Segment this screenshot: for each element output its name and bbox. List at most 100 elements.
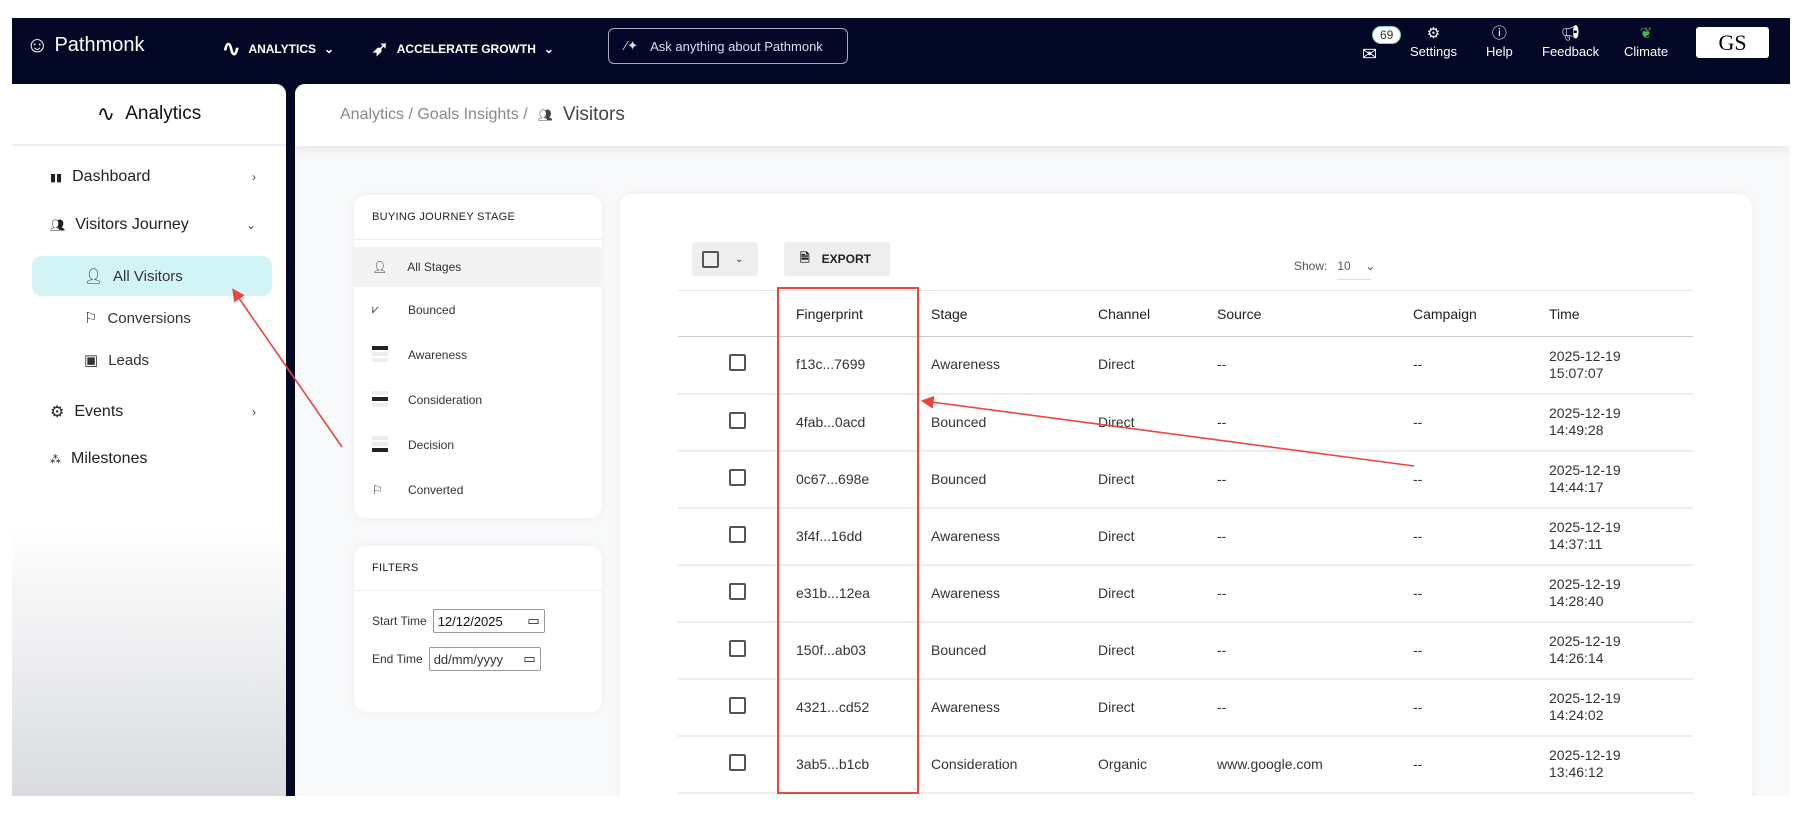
sidebar-item-conversions[interactable]: ⚐ Conversions xyxy=(32,298,272,338)
column-header-fingerprint[interactable]: Fingerprint xyxy=(778,290,931,337)
settings-button[interactable]: ⚙ Settings xyxy=(1410,25,1457,60)
end-time-input[interactable]: dd/mm/yyyy ▭ xyxy=(428,647,541,671)
row-checkbox[interactable] xyxy=(729,753,746,771)
analytics-menu[interactable]: ∿ ANALYTICS ⌄ xyxy=(222,36,334,62)
select-all-checkbox[interactable] xyxy=(702,250,719,268)
cell-time: 2025-12-19 14:24:02 xyxy=(1549,678,1693,737)
column-header-time[interactable]: Time xyxy=(1549,290,1693,337)
table-row[interactable]: 4fab...0acd Bounced Direct -- -- 2025-12-19 14… xyxy=(678,393,1693,452)
cell-time: 2025-12-19 14:28:40 xyxy=(1549,564,1693,623)
bar-chart-icon: ▮▮ xyxy=(50,171,63,184)
sidebar-item-all-visitors[interactable]: 👤︎ All Visitors xyxy=(32,256,272,296)
sidebar-item-milestones[interactable]: ⁂ Milestones xyxy=(50,450,286,468)
cell-campaign: -- xyxy=(1413,735,1549,794)
rocket-icon: ➶ xyxy=(372,38,389,60)
table-row[interactable]: f13c...7699 Awareness Direct -- -- 2025-12-19… xyxy=(678,336,1693,395)
cell-fingerprint[interactable]: 4fab...0acd xyxy=(778,393,931,452)
visitors-table: Fingerprint Stage Channel Source Campaign Tim… xyxy=(678,290,1693,794)
column-header-channel[interactable]: Channel xyxy=(1098,290,1217,337)
gear-icon: ⚙ xyxy=(50,404,65,421)
page-size-selector[interactable]: Show: 10 ⌄ xyxy=(1294,259,1375,280)
brand-logo[interactable]: ☺ Pathmonk xyxy=(26,32,145,58)
cell-stage: Awareness xyxy=(931,678,1098,737)
row-checkbox[interactable] xyxy=(729,411,746,429)
gear-icon: ⚙ xyxy=(1426,25,1441,42)
cell-channel: Direct xyxy=(1098,621,1217,680)
sidebar-item-dashboard[interactable]: ▮▮ Dashboard › xyxy=(50,168,286,186)
plant-icon: ❦ xyxy=(1639,25,1653,42)
export-button[interactable]: 🗎 EXPORT xyxy=(784,242,890,276)
flag-icon: ⚐ xyxy=(372,482,383,497)
row-checkbox[interactable] xyxy=(729,354,746,372)
filters-card: FILTERS Start Time 12/12/2025 ▭ End Time dd… xyxy=(354,546,602,712)
sidebar-item-events[interactable]: ⚙ Events › xyxy=(50,402,286,422)
row-checkbox[interactable] xyxy=(729,525,746,543)
decision-icon xyxy=(372,435,388,454)
stage-decision[interactable]: Decision xyxy=(354,422,602,467)
cell-time: 2025-12-19 14:44:17 xyxy=(1549,450,1693,509)
stage-all[interactable]: 👤︎ All Stages xyxy=(354,247,602,287)
sidebar-item-visitors-journey[interactable]: 👥︎ Visitors Journey ⌄ xyxy=(50,216,286,234)
filters-title: FILTERS xyxy=(354,546,602,591)
cell-time: 2025-12-19 14:37:11 xyxy=(1549,507,1693,566)
table-row[interactable]: 0c67...698e Bounced Direct -- -- 2025-12-19 14… xyxy=(678,450,1693,509)
cell-source: www.google.com xyxy=(1217,735,1413,794)
cell-campaign: -- xyxy=(1413,678,1549,737)
table-row[interactable]: 4321...cd52 Awareness Direct -- -- 2025-12-19… xyxy=(678,678,1693,737)
table-row[interactable]: 3f4f...16dd Awareness Direct -- -- 2025-12-19… xyxy=(678,507,1693,566)
cell-fingerprint[interactable]: e31b...12ea xyxy=(778,564,931,623)
table-row[interactable]: 3ab5...b1cb Consideration Organic www.googl… xyxy=(678,735,1693,794)
sidebar-item-leads[interactable]: ▣ Leads xyxy=(32,340,272,380)
help-button[interactable]: ⓘ Help xyxy=(1486,26,1513,60)
cell-stage: Awareness xyxy=(931,507,1098,566)
visitor-icon: 👤︎ xyxy=(372,260,388,274)
people-icon: 👥︎ xyxy=(50,218,66,232)
cell-fingerprint[interactable]: 3ab5...b1cb xyxy=(778,735,931,794)
table-row[interactable]: e31b...12ea Awareness Direct -- -- 2025-12-19… xyxy=(678,564,1693,623)
table-row[interactable]: 150f...ab03 Bounced Direct -- -- 2025-12-19 14… xyxy=(678,621,1693,680)
cell-fingerprint[interactable]: 4321...cd52 xyxy=(778,678,931,737)
stage-awareness[interactable]: Awareness xyxy=(354,332,602,377)
climate-button[interactable]: ❦ Climate xyxy=(1624,25,1668,60)
cell-source: -- xyxy=(1217,507,1413,566)
row-checkbox[interactable] xyxy=(729,582,746,600)
row-checkbox[interactable] xyxy=(729,696,746,714)
cell-channel: Direct xyxy=(1098,507,1217,566)
sidebar: ∿ Analytics ▮▮ Dashboard › 👥︎ Visitors Journ… xyxy=(12,84,286,796)
stage-bounced[interactable]: ⩗ Bounced xyxy=(354,287,602,332)
page-title: Visitors xyxy=(562,104,625,125)
robot-icon: ☺ xyxy=(26,32,49,57)
select-all-dropdown[interactable]: ⌄ xyxy=(692,242,758,276)
cell-fingerprint[interactable]: 3f4f...16dd xyxy=(778,507,931,566)
buying-stage-card: BUYING JOURNEY STAGE 👤︎ All Stages ⩗ Bounc… xyxy=(354,195,602,518)
row-checkbox[interactable] xyxy=(729,639,746,657)
cell-source: -- xyxy=(1217,678,1413,737)
cell-fingerprint[interactable]: 0c67...698e xyxy=(778,450,931,509)
accelerate-growth-menu[interactable]: ➶ ACCELERATE GROWTH ⌄ xyxy=(372,36,554,61)
messages-button[interactable]: ✉ xyxy=(1362,44,1377,65)
awareness-icon xyxy=(372,345,388,364)
cell-fingerprint[interactable]: f13c...7699 xyxy=(778,336,931,395)
top-navbar: ☺ Pathmonk ∿ ANALYTICS ⌄ ➶ ACCELERATE GROWTH… xyxy=(12,18,1790,84)
row-checkbox[interactable] xyxy=(729,468,746,486)
stage-converted[interactable]: ⚐ Converted xyxy=(354,467,602,512)
cell-time: 2025-12-19 14:49:28 xyxy=(1549,393,1693,452)
buying-stage-title: BUYING JOURNEY STAGE xyxy=(354,195,602,240)
account-button[interactable]: GS xyxy=(1696,27,1769,58)
stage-consideration[interactable]: Consideration xyxy=(354,377,602,422)
messages-badge: 69 xyxy=(1372,26,1402,44)
chevron-down-icon: ⌄ xyxy=(245,218,256,232)
column-header-stage[interactable]: Stage xyxy=(931,290,1098,337)
cell-time: 2025-12-19 15:07:07 xyxy=(1549,336,1693,395)
column-header-source[interactable]: Source xyxy=(1217,290,1413,337)
excel-file-icon: 🗎 xyxy=(800,250,810,265)
cell-fingerprint[interactable]: 150f...ab03 xyxy=(778,621,931,680)
cell-source: -- xyxy=(1217,450,1413,509)
cell-time: 2025-12-19 14:26:14 xyxy=(1549,621,1693,680)
ask-ai-input[interactable]: ⁄✦ Ask anything about Pathmonk xyxy=(608,28,848,64)
feedback-button[interactable]: 📢︎ Feedback xyxy=(1542,26,1599,60)
cell-stage: Bounced xyxy=(931,450,1098,509)
column-header-campaign[interactable]: Campaign xyxy=(1413,290,1549,337)
start-time-input[interactable]: 12/12/2025 ▭ xyxy=(432,609,545,633)
analytics-path-icon: ∿ xyxy=(96,101,116,126)
